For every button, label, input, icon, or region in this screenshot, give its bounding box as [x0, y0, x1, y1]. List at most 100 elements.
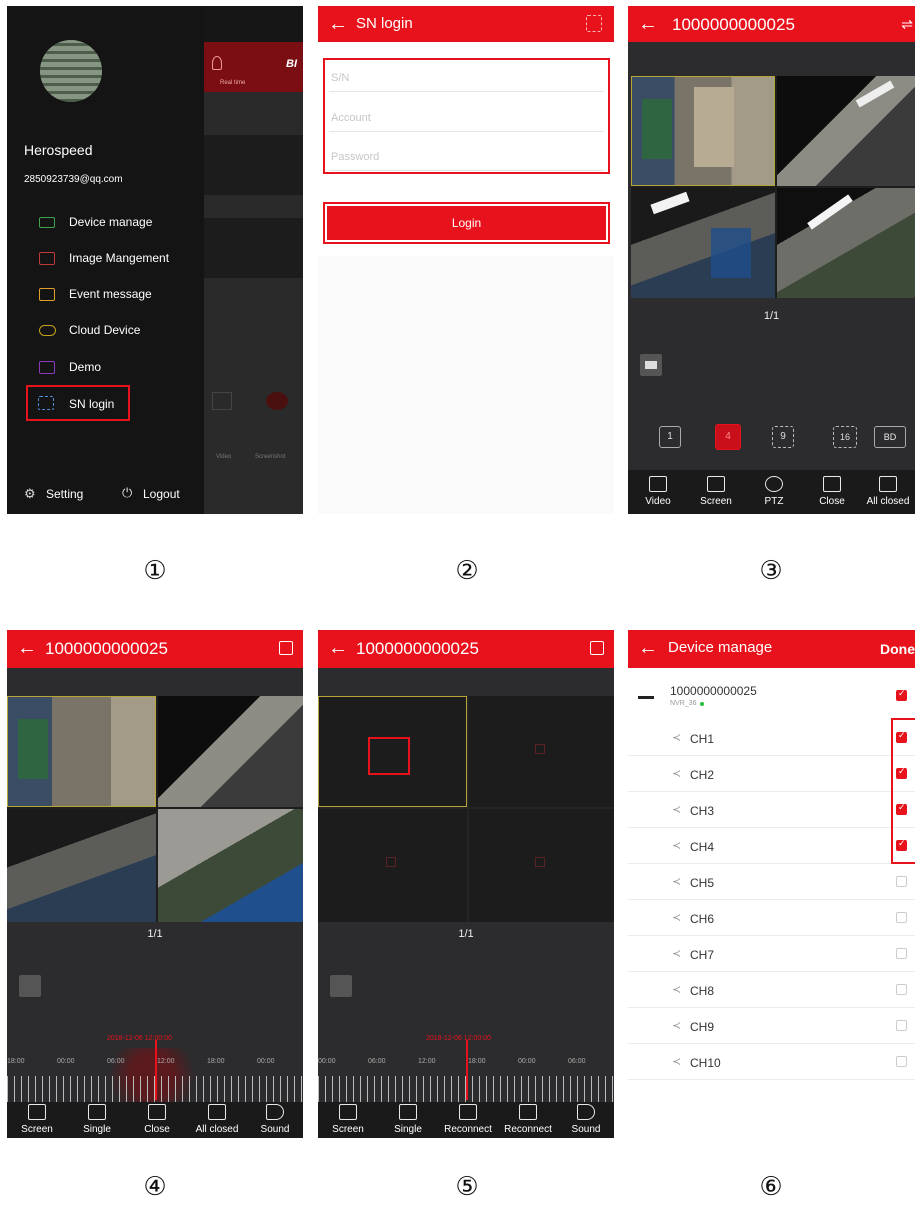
login-button[interactable]: Login	[327, 206, 606, 240]
folder-icon[interactable]	[640, 354, 662, 376]
channel-row[interactable]: ≺ CH5	[628, 864, 915, 900]
reconnect-highlight[interactable]	[368, 737, 410, 775]
collapse-icon[interactable]	[638, 696, 654, 699]
video-cell-4[interactable]	[777, 188, 915, 298]
camera-icon: ≺	[672, 732, 682, 744]
channel-checkbox[interactable]	[896, 876, 907, 887]
ptz-button[interactable]: PTZ	[744, 470, 804, 507]
sound-button[interactable]: Sound	[245, 1102, 303, 1135]
layout-9-button[interactable]: 9	[772, 426, 794, 448]
channel-checkbox[interactable]	[896, 912, 907, 923]
tool-label: Sound	[260, 1124, 290, 1135]
close-button[interactable]: Close	[127, 1102, 187, 1135]
all-closed-button[interactable]: All closed	[187, 1102, 247, 1135]
single-button[interactable]: Single	[378, 1102, 438, 1135]
folder-icon[interactable]	[330, 975, 352, 997]
layout-1-button[interactable]: 1	[659, 426, 681, 448]
password-field[interactable]: Password	[329, 145, 604, 171]
video-cell-3[interactable]	[7, 809, 156, 922]
back-arrow-icon[interactable]: ←	[638, 637, 658, 660]
video-cell-1[interactable]	[318, 696, 467, 807]
channel-row[interactable]: ≺ CH7	[628, 936, 915, 972]
menu-item-image-management[interactable]: Image Mangement	[24, 246, 199, 272]
screen-button[interactable]: Screen	[7, 1102, 67, 1135]
calendar-icon[interactable]	[590, 641, 604, 655]
channel-checkbox[interactable]	[896, 948, 907, 959]
selection-highlight	[891, 718, 915, 864]
playhead[interactable]	[466, 1040, 468, 1100]
menu-item-sn-login[interactable]: SN login	[26, 385, 130, 421]
tool-label: All closed	[195, 1124, 239, 1135]
channel-row[interactable]: ≺ CH8	[628, 972, 915, 1008]
back-arrow-icon[interactable]: ←	[328, 637, 348, 660]
menu-item-cloud-device[interactable]: Cloud Device	[24, 318, 199, 344]
channel-checkbox[interactable]	[896, 984, 907, 995]
back-arrow-icon[interactable]: ←	[328, 13, 348, 36]
channel-row[interactable]: ≺ CH2	[628, 756, 915, 792]
channel-row[interactable]: ≺ CH6	[628, 900, 915, 936]
single-button[interactable]: Single	[67, 1102, 127, 1135]
account-field[interactable]: Account	[329, 106, 604, 132]
layout-label: 9	[780, 431, 786, 442]
channel-row[interactable]: ≺ CH10	[628, 1044, 915, 1080]
video-icon	[649, 476, 667, 492]
reconnect-button[interactable]: Reconnect	[438, 1102, 498, 1135]
video-button[interactable]: Video	[628, 470, 688, 507]
menu-item-device-manage[interactable]: Device manage	[24, 210, 199, 236]
login-button-frame: Login	[323, 202, 610, 244]
logout-button[interactable]: ⏻ Logout	[122, 484, 202, 504]
login-label: Login	[451, 216, 482, 230]
timeline[interactable]: 18:00 00:00 06:00 12:00 18:00 00:00	[7, 1040, 303, 1103]
top-bar: ← 1000000000025 ⇌	[628, 6, 915, 42]
close-button[interactable]: Close	[802, 470, 862, 507]
scan-icon[interactable]	[586, 15, 602, 32]
calendar-icon[interactable]	[279, 641, 293, 655]
device-sub: NVR_36	[670, 700, 697, 707]
avatar[interactable]	[40, 40, 102, 102]
playhead[interactable]	[155, 1040, 157, 1100]
menu-item-event-message[interactable]: Event message	[24, 282, 199, 308]
folder-icon[interactable]	[19, 975, 41, 997]
device-row[interactable]: 1000000000025 NVR_36	[628, 680, 915, 720]
mute-icon	[577, 1104, 595, 1120]
video-cell-3[interactable]	[631, 188, 775, 298]
device-checkbox[interactable]	[896, 688, 907, 701]
video-cell-2[interactable]	[158, 696, 303, 807]
sn-field[interactable]: S/N	[329, 66, 604, 92]
menu-icon[interactable]: ⇌	[901, 17, 913, 31]
channel-row[interactable]: ≺ CH4	[628, 828, 915, 864]
video-cell-1[interactable]	[7, 696, 156, 807]
menu-item-demo[interactable]: Demo	[24, 355, 199, 381]
back-arrow-icon[interactable]: ←	[17, 637, 37, 660]
back-arrow-icon[interactable]: ←	[638, 13, 658, 36]
video-cell-2[interactable]	[777, 76, 915, 186]
channel-checkbox[interactable]	[896, 1056, 907, 1067]
video-cell-3[interactable]	[318, 809, 467, 922]
all-closed-button[interactable]: All closed	[858, 470, 915, 507]
channel-row[interactable]: ≺ CH9	[628, 1008, 915, 1044]
channel-checkbox[interactable]	[896, 1020, 907, 1031]
quality-button[interactable]: BD	[874, 426, 906, 448]
camera-icon: ≺	[672, 984, 682, 996]
sound-button[interactable]: Sound	[556, 1102, 614, 1135]
done-button[interactable]: Done	[880, 641, 915, 657]
video-cell-4[interactable]	[469, 809, 614, 922]
video-cell-1[interactable]	[631, 76, 775, 186]
screen-button[interactable]: Screen	[318, 1102, 378, 1135]
channel-row[interactable]: ≺ CH3	[628, 792, 915, 828]
layout-label: 4	[725, 431, 731, 442]
screen-button[interactable]: Screen	[686, 470, 746, 507]
video-cell-2[interactable]	[469, 696, 614, 807]
layout-16-button[interactable]: 16	[833, 426, 857, 448]
setting-button[interactable]: ⚙ Setting	[24, 484, 104, 504]
time-label: 06:00	[568, 1058, 586, 1065]
channel-row[interactable]: ≺ CH1	[628, 720, 915, 756]
screen-2-sn-login: ← SN login S/N Account Password Login	[318, 6, 614, 514]
layout-4-button[interactable]: 4	[715, 424, 741, 450]
reconnect-all-button[interactable]: Reconnect	[498, 1102, 558, 1135]
timeline[interactable]: 00:00 06:00 12:00 18:00 00:00 06:00	[318, 1040, 614, 1103]
channel-label: CH7	[690, 948, 715, 962]
time-label: 18:00	[207, 1058, 225, 1065]
video-cell-4[interactable]	[158, 809, 303, 922]
image-icon	[28, 1104, 46, 1120]
